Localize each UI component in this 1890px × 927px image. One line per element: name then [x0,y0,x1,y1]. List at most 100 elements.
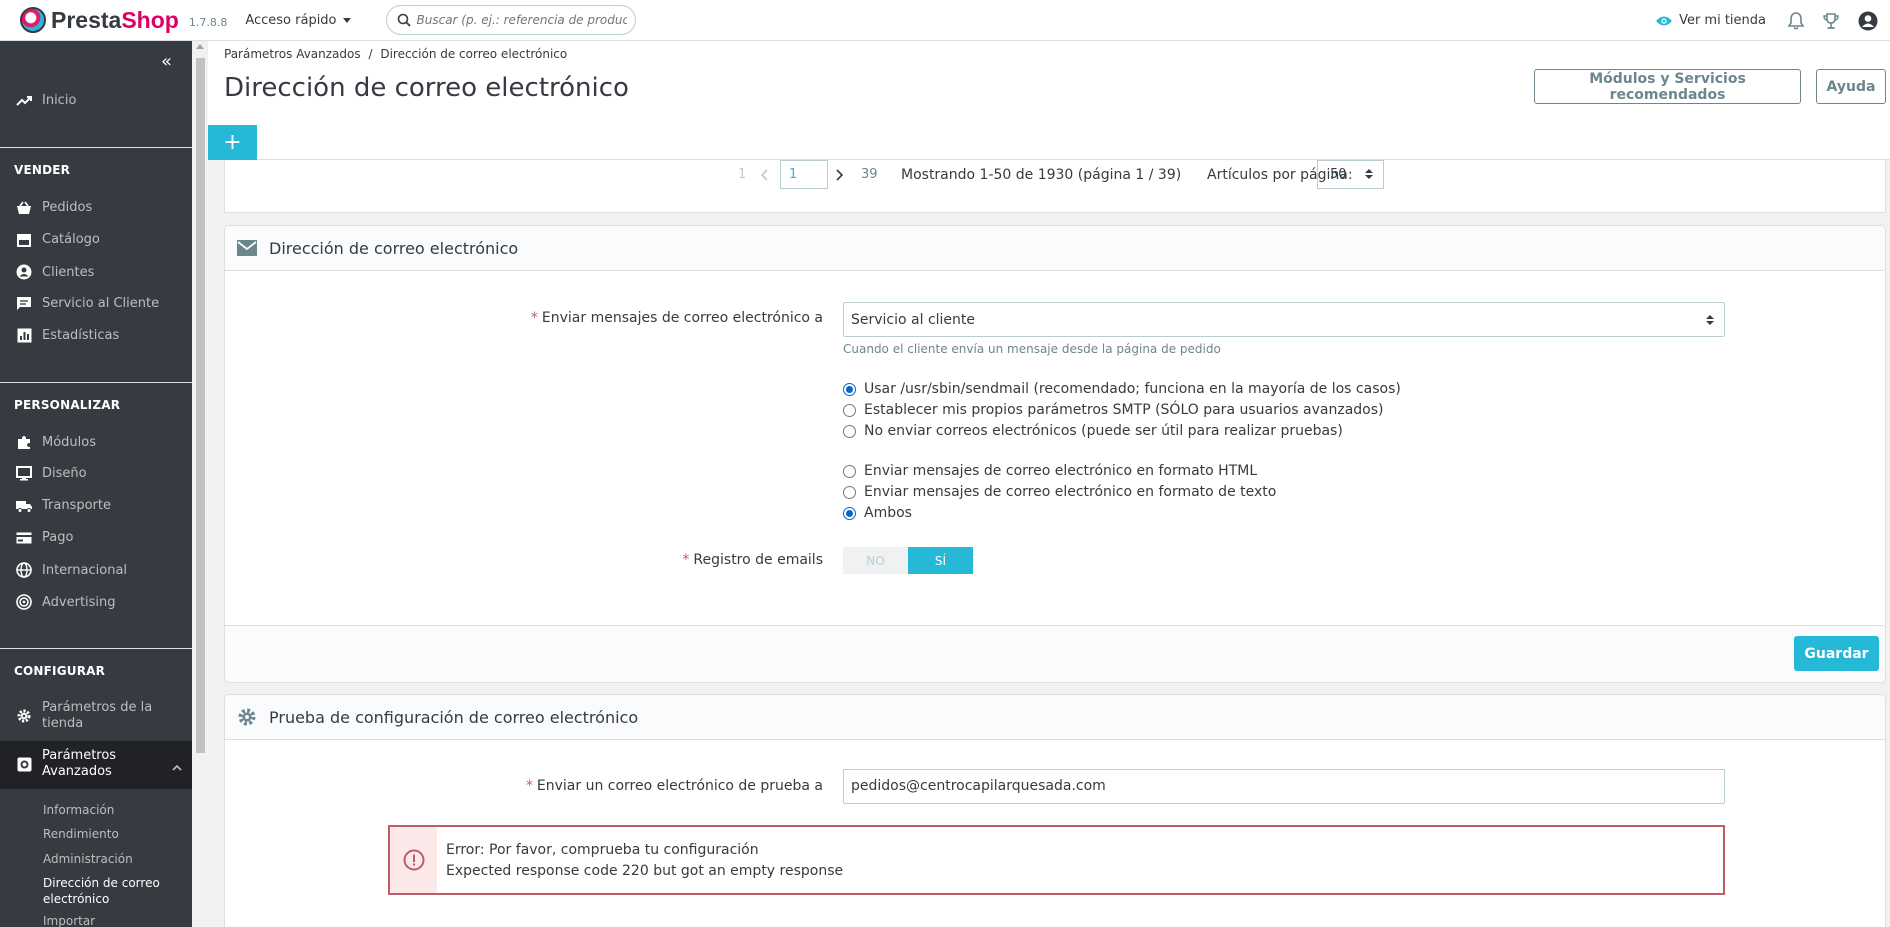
radio-format-html[interactable]: Enviar mensajes de correo electrónico en… [843,463,1257,479]
pagination-current-page[interactable]: 1 [780,160,828,189]
send-to-label: * Enviar mensajes de correo electrónico a [530,310,823,326]
radio-sendmail[interactable]: Usar /usr/sbin/sendmail (recomendado; fu… [843,381,1401,397]
puzzle-icon [14,434,34,450]
email-log-toggle[interactable]: NO SÍ [843,547,973,574]
sidebar-item-modulos[interactable]: Módulos [14,434,96,450]
version-label: 1.7.8.8 [188,15,228,29]
chevron-down-icon [342,17,351,23]
panel-header: Dirección de correo electrónico [225,226,1885,271]
sidebar-item-label: Catálogo [42,232,100,247]
radio-no-email[interactable]: No enviar correos electrónicos (puede se… [843,423,1343,439]
sidebar-nav: « Inicio VENDER Pedidos Catálogo Cliente… [0,41,192,927]
top-header: PrestaShop 1.7.8.8 Acceso rápido Ver mi … [0,0,1890,41]
view-shop-label: Ver mi tienda [1679,13,1766,28]
send-to-value: Servicio al cliente [851,312,976,328]
sidebar-item-label: Advertising [42,594,116,610]
sidebar-item-label: Transporte [42,498,111,513]
radio-format-both[interactable]: Ambos [843,505,912,521]
add-tab-button[interactable]: + [208,125,257,160]
radio-unchecked-icon [843,485,856,499]
toggle-no[interactable]: NO [843,547,908,574]
sort-arrows-icon [1365,169,1373,179]
error-message-line2: Expected response code 220 but got an em… [446,863,844,879]
sidebar-item-transporte[interactable]: Transporte [14,498,111,513]
help-button[interactable]: Ayuda [1816,69,1886,104]
gear-icon [237,707,257,727]
breadcrumb: Parámetros Avanzados / Dirección de corr… [224,47,567,61]
gear-icon [14,708,34,724]
alert-icon-box [390,827,437,893]
collapse-sidebar-icon[interactable]: « [161,51,172,72]
sidebar-item-inicio[interactable]: Inicio [14,93,76,108]
search-bar[interactable] [385,5,636,35]
sidebar-item-catalogo[interactable]: Catálogo [14,232,100,247]
save-button[interactable]: Guardar [1794,636,1879,671]
sidebar-item-parametros-tienda[interactable]: Parámetros de la tienda [14,700,152,732]
sidebar-item-diseno[interactable]: Diseño [14,466,87,481]
sidebar-item-estadisticas[interactable]: Estadísticas [14,328,119,343]
sidebar-item-pedidos[interactable]: Pedidos [14,200,92,215]
truck-icon [14,499,34,513]
notifications-button[interactable] [1788,11,1804,30]
trophy-button[interactable] [1822,12,1840,30]
radio-unchecked-icon [843,403,856,417]
sidebar-item-advertising[interactable]: Advertising [14,594,116,610]
sidebar-item-label: Servicio al Cliente [42,296,160,311]
header-right: Ver mi tienda [1655,0,1890,41]
pagination-last[interactable]: 39 [861,167,878,182]
alert-body: Error: Por favor, comprueba tu configura… [437,827,843,893]
chevron-up-icon[interactable] [172,764,182,771]
recommended-modules-button[interactable]: Módulos y Servicios recomendados [1534,69,1801,104]
scroll-up-arrow[interactable] [196,44,204,49]
send-to-select[interactable]: Servicio al cliente [843,302,1725,337]
error-circle-icon [403,849,424,871]
radio-format-text[interactable]: Enviar mensajes de correo electrónico en… [843,484,1276,500]
send-to-help: Cuando el cliente envía un mensaje desde… [843,342,1221,356]
sidebar-item-servicio[interactable]: Servicio al Cliente [14,296,159,311]
avatar-icon [1858,11,1878,30]
search-input[interactable] [416,13,627,27]
trending-up-icon [14,95,34,107]
sidebar-item-parametros-avanzados[interactable]: Parámetros Avanzados [14,748,116,780]
sidebar-sub-administracion[interactable]: Administración [43,852,133,866]
radio-smtp[interactable]: Establecer mis propios parámetros SMTP (… [843,402,1384,418]
error-message-line1: Error: Por favor, comprueba tu configura… [446,842,759,858]
pagination-bar: 1 1 39 Mostrando 1-50 de 1930 (página 1 … [224,160,1886,213]
monitor-icon [14,466,34,481]
sidebar-section-vender: VENDER [14,163,71,177]
scrollbar-thumb[interactable] [196,58,205,753]
sidebar-divider [0,382,192,383]
profile-button[interactable] [1858,11,1878,31]
sidebar-item-internacional[interactable]: Internacional [14,562,127,578]
sidebar-sub-direccion-correo[interactable]: Dirección de correo electrónico [43,875,160,907]
sidebar-divider [0,147,192,148]
chevron-left-icon[interactable] [760,169,768,181]
store-icon [14,233,34,247]
quick-access-dropdown[interactable]: Acceso rápido [245,13,351,28]
per-page-select[interactable]: 50 [1317,160,1384,189]
sidebar-item-label: Pago [42,530,74,545]
sidebar-sub-informacion[interactable]: Información [43,803,114,817]
credit-card-icon [14,532,34,544]
page-title: Dirección de correo electrónico [224,73,629,103]
test-email-input[interactable]: pedidos@centrocapilarquesada.com [843,769,1725,804]
sidebar-item-clientes[interactable]: Clientes [14,264,94,280]
pagination-first[interactable]: 1 [738,167,746,182]
sidebar-item-label: Inicio [42,93,77,108]
breadcrumb-parent[interactable]: Parámetros Avanzados [224,47,361,61]
breadcrumb-separator: / [368,47,373,61]
sidebar-item-label: Parámetros Avanzados [42,748,117,779]
view-shop-link[interactable]: Ver mi tienda [1655,13,1766,28]
chat-icon [14,296,34,311]
sidebar-item-label: Estadísticas [42,328,120,343]
toggle-yes[interactable]: SÍ [908,547,973,574]
error-alert: Error: Por favor, comprueba tu configura… [388,825,1725,895]
chevron-right-icon[interactable] [836,169,844,181]
sidebar-item-pago[interactable]: Pago [14,530,73,545]
sidebar-sub-importar[interactable]: Importar [43,914,95,927]
email-log-label: * Registro de emails [682,552,823,568]
sidebar-sub-rendimiento[interactable]: Rendimiento [43,827,119,841]
radio-unchecked-icon [843,424,856,438]
prestashop-logo[interactable]: PrestaShop [20,7,179,34]
sidebar-divider [0,648,192,649]
